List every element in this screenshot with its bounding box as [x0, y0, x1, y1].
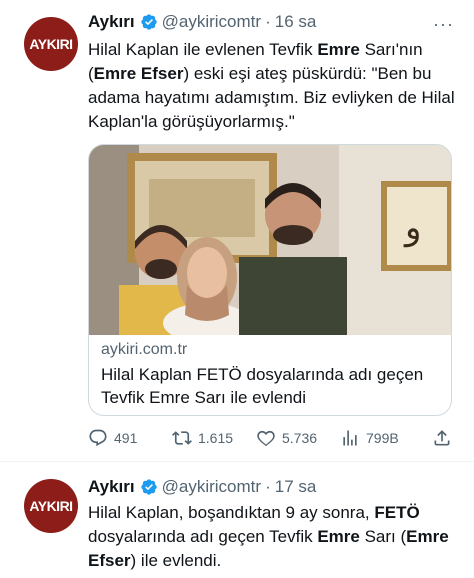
- share-icon: [434, 430, 450, 446]
- photo-illustration: و: [89, 145, 451, 335]
- retweet-button[interactable]: 1.615: [172, 428, 233, 448]
- author-name[interactable]: Aykırı: [88, 12, 135, 32]
- text-part: dosyalarında adı geçen Tevfik: [88, 527, 318, 546]
- separator-dot: ·: [265, 477, 271, 496]
- text-bold: Emre Efser: [93, 64, 184, 83]
- text-part: Hilal Kaplan ile evlenen Tevfik: [88, 40, 318, 59]
- text-bold: Emre: [317, 40, 360, 59]
- avatar-logo: AYKIRI: [29, 36, 73, 52]
- author-handle[interactable]: @aykiricomtr: [162, 12, 261, 32]
- avatar[interactable]: AYKIRI: [24, 479, 78, 533]
- link-card[interactable]: و aykiri.com.tr Hilal Kaplan FETÖ dosyal…: [88, 144, 452, 416]
- views-icon: [343, 430, 357, 446]
- author-handle[interactable]: @aykiricomtr: [162, 477, 261, 497]
- reply-icon: [89, 429, 107, 447]
- share-button[interactable]: [432, 428, 458, 448]
- text-bold: Emre: [317, 527, 360, 546]
- views-button[interactable]: 799B: [340, 428, 399, 448]
- reply-button[interactable]: 491: [88, 428, 137, 448]
- avatar[interactable]: AYKIRI: [24, 17, 78, 71]
- text-part: ) ile evlendi.: [130, 551, 222, 570]
- timestamp[interactable]: 17 sa: [275, 477, 317, 497]
- avatar-logo: AYKIRI: [29, 498, 73, 514]
- reply-count: 491: [114, 430, 138, 446]
- text-bold: FETÖ: [374, 503, 420, 522]
- card-image: و: [89, 145, 451, 335]
- tweet-text: Hilal Kaplan ile evlenen Tevfik Emre Sar…: [88, 38, 462, 134]
- card-title: Hilal Kaplan FETÖ dosyalarında adı geçen…: [101, 365, 424, 407]
- tweet-header: Aykırı @aykiricomtr · 17 sa: [88, 475, 316, 499]
- text-part: Hilal Kaplan, boşandıktan 9 ay sonra,: [88, 503, 375, 522]
- views-count: 799B: [366, 430, 399, 446]
- tweet[interactable]: AYKIRI Aykırı @aykiricomtr · 16 sa ··· H…: [0, 0, 474, 462]
- verified-badge-icon: [140, 14, 157, 30]
- tweet-header: Aykırı @aykiricomtr · 16 sa: [88, 10, 316, 34]
- timestamp[interactable]: 16 sa: [275, 12, 317, 32]
- tweet[interactable]: AYKIRI Aykırı @aykiricomtr · 17 sa Hilal…: [0, 463, 474, 578]
- separator-dot: ·: [265, 12, 271, 31]
- tweet-actions: 491 1.615 5.736 799B: [88, 426, 452, 450]
- svg-text:و: و: [403, 208, 421, 248]
- author-name[interactable]: Aykırı: [88, 477, 135, 497]
- like-button[interactable]: 5.736: [256, 428, 317, 448]
- more-icon[interactable]: ···: [433, 14, 454, 35]
- retweet-count: 1.615: [198, 430, 234, 446]
- tweet-text: Hilal Kaplan, boşandıktan 9 ay sonra, FE…: [88, 501, 462, 573]
- card-domain: aykiri.com.tr: [101, 341, 188, 358]
- verified-badge-icon: [140, 479, 157, 495]
- like-icon: [257, 430, 275, 447]
- retweet-icon: [172, 431, 192, 445]
- text-part: Sarı (: [359, 527, 407, 546]
- like-count: 5.736: [282, 430, 318, 446]
